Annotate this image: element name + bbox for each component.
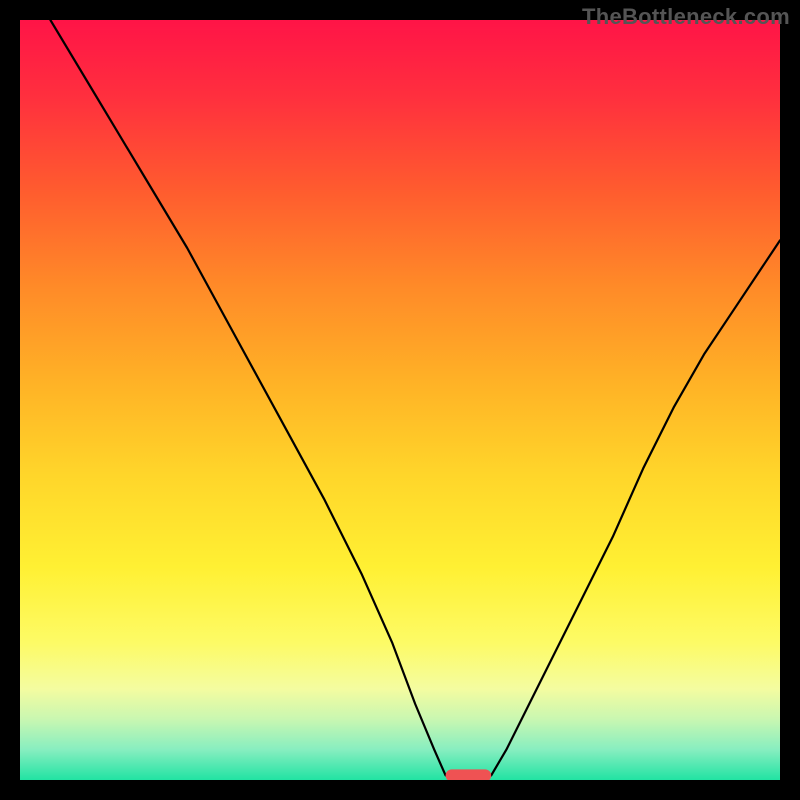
chart-frame: TheBottleneck.com xyxy=(0,0,800,800)
plot-area xyxy=(20,20,780,780)
watermark-text: TheBottleneck.com xyxy=(582,4,790,30)
optimum-marker xyxy=(446,769,492,780)
chart-canvas xyxy=(20,20,780,780)
